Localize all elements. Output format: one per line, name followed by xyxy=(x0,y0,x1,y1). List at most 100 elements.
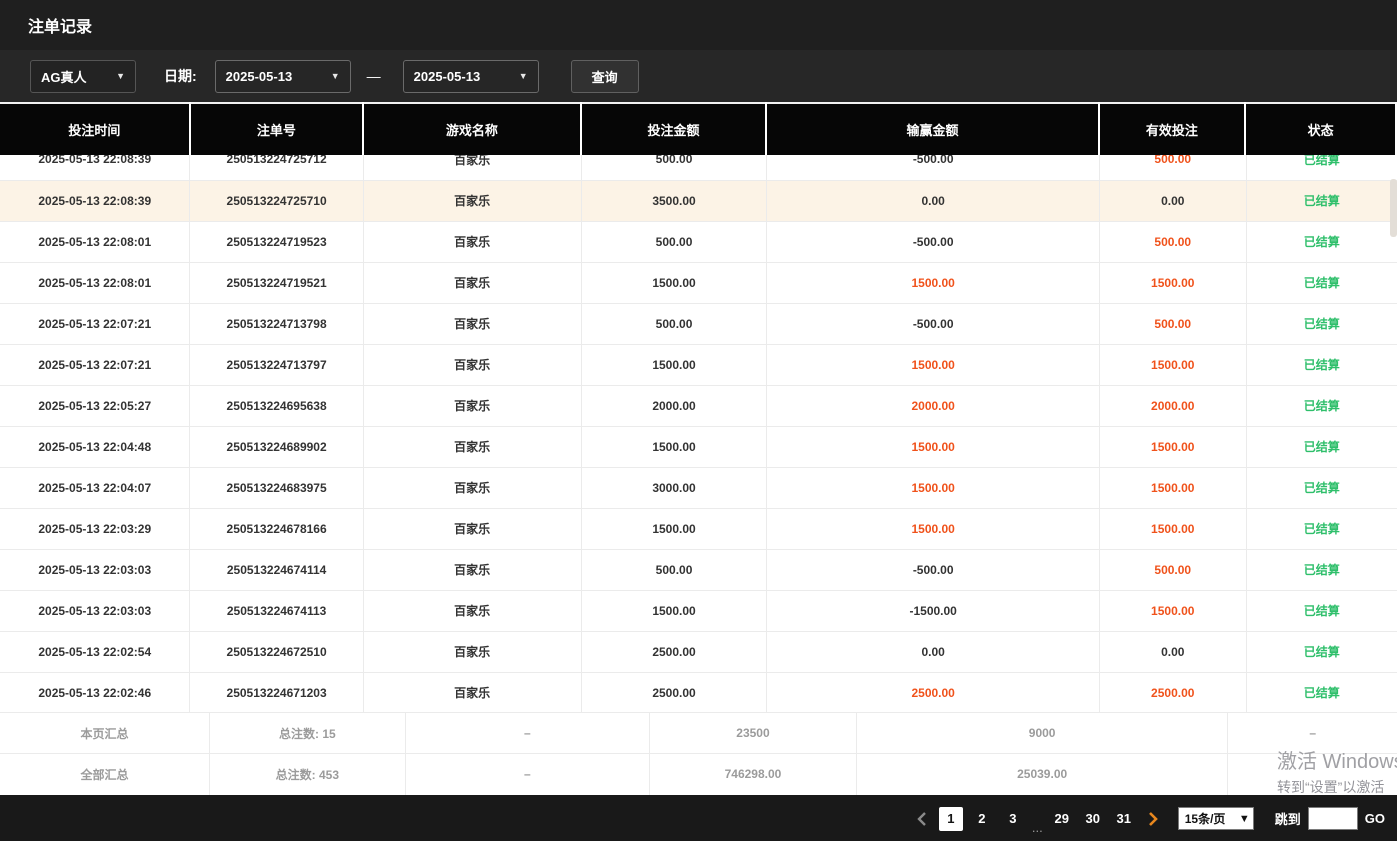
cell-winloss-amount: 0.00 xyxy=(767,631,1099,672)
table-row[interactable]: 2025-05-13 22:08:01 250513224719521 百家乐 … xyxy=(0,262,1397,303)
cell-valid-bet: 1500.00 xyxy=(1099,426,1246,467)
cell-bet-amount: 2000.00 xyxy=(581,385,767,426)
date-to-value: 2025-05-13 xyxy=(414,69,481,84)
page-button[interactable]: 2 xyxy=(970,807,994,831)
cell-bet-time: 2025-05-13 22:08:01 xyxy=(0,221,190,262)
jump-page-input[interactable] xyxy=(1308,807,1358,830)
cell-order-number: 250513224689902 xyxy=(190,426,363,467)
pagination-bar: 1 2 3 ... 29 30 31 15条/页 ▼ 跳到 GO xyxy=(0,795,1397,841)
summary-label: 全部汇总 xyxy=(0,754,210,795)
cell-winloss-amount: 2500.00 xyxy=(767,672,1099,712)
table-row[interactable]: 2025-05-13 22:07:21 250513224713798 百家乐 … xyxy=(0,303,1397,344)
jump-to-label: 跳到 xyxy=(1275,809,1301,828)
cell-status: 已结算 xyxy=(1246,155,1397,180)
table-row[interactable]: 2025-05-13 22:03:03 250513224674114 百家乐 … xyxy=(0,549,1397,590)
cell-status: 已结算 xyxy=(1246,590,1397,631)
scrollbar-thumb[interactable] xyxy=(1390,179,1397,237)
cell-order-number: 250513224713797 xyxy=(190,344,363,385)
column-header: 注单号 xyxy=(190,103,363,155)
next-page-button[interactable] xyxy=(1143,807,1163,831)
records-table: 2025-05-13 22:08:39 250513224725712 百家乐 … xyxy=(0,155,1397,712)
page-button[interactable]: 3 xyxy=(1001,807,1025,831)
cell-valid-bet: 2500.00 xyxy=(1099,672,1246,712)
table-row[interactable]: 2025-05-13 22:08:01 250513224719523 百家乐 … xyxy=(0,221,1397,262)
page-button[interactable]: 31 xyxy=(1112,807,1136,831)
cell-order-number: 250513224695638 xyxy=(190,385,363,426)
page-title: 注单记录 xyxy=(28,13,92,37)
summary-tail-cell xyxy=(1228,754,1397,795)
cell-game-name: 百家乐 xyxy=(363,180,581,221)
cell-bet-time: 2025-05-13 22:07:21 xyxy=(0,303,190,344)
cell-bet-time: 2025-05-13 22:08:01 xyxy=(0,262,190,303)
date-from-select[interactable]: 2025-05-13 ▼ xyxy=(215,60,351,93)
cell-bet-time: 2025-05-13 22:05:27 xyxy=(0,385,190,426)
cell-bet-time: 2025-05-13 22:07:21 xyxy=(0,344,190,385)
cell-winloss-amount: -500.00 xyxy=(767,303,1099,344)
cell-status: 已结算 xyxy=(1246,385,1397,426)
table-row[interactable]: 2025-05-13 22:04:07 250513224683975 百家乐 … xyxy=(0,467,1397,508)
summary-game-cell: – xyxy=(405,754,649,795)
summary-row: 全部汇总 总注数: 453 – 746298.00 25039.00 xyxy=(0,754,1397,795)
cell-game-name: 百家乐 xyxy=(363,262,581,303)
column-header: 游戏名称 xyxy=(363,103,581,155)
table-row[interactable]: 2025-05-13 22:02:46 250513224671203 百家乐 … xyxy=(0,672,1397,712)
cell-game-name: 百家乐 xyxy=(363,303,581,344)
game-type-select[interactable]: AG真人 ▼ xyxy=(30,60,136,93)
page-button[interactable]: 30 xyxy=(1081,807,1105,831)
vertical-scrollbar[interactable] xyxy=(1390,155,1397,712)
date-to-select[interactable]: 2025-05-13 ▼ xyxy=(403,60,539,93)
cell-order-number: 250513224674114 xyxy=(190,549,363,590)
cell-bet-amount: 1500.00 xyxy=(581,590,767,631)
cell-bet-time: 2025-05-13 22:03:29 xyxy=(0,508,190,549)
table-row[interactable]: 2025-05-13 22:03:29 250513224678166 百家乐 … xyxy=(0,508,1397,549)
cell-game-name: 百家乐 xyxy=(363,590,581,631)
table-row[interactable]: 2025-05-13 22:07:21 250513224713797 百家乐 … xyxy=(0,344,1397,385)
summary-bet-count: 总注数: 15 xyxy=(210,713,406,754)
cell-bet-time: 2025-05-13 22:03:03 xyxy=(0,549,190,590)
summary-label: 本页汇总 xyxy=(0,713,210,754)
cell-valid-bet: 500.00 xyxy=(1099,155,1246,180)
page-button[interactable]: 29 xyxy=(1050,807,1074,831)
chevron-down-icon: ▼ xyxy=(519,71,528,81)
cell-game-name: 百家乐 xyxy=(363,426,581,467)
chevron-down-icon: ▼ xyxy=(1239,813,1250,825)
cell-valid-bet: 1500.00 xyxy=(1099,590,1246,631)
cell-order-number: 250513224678166 xyxy=(190,508,363,549)
game-type-value: AG真人 xyxy=(41,67,87,86)
cell-status: 已结算 xyxy=(1246,672,1397,712)
page-size-select[interactable]: 15条/页 ▼ xyxy=(1178,807,1254,830)
summary-bet-count: 总注数: 453 xyxy=(210,754,406,795)
date-label: 日期: xyxy=(164,66,197,86)
table-row[interactable]: 2025-05-13 22:08:39 250513224725712 百家乐 … xyxy=(0,155,1397,180)
table-row[interactable]: 2025-05-13 22:04:48 250513224689902 百家乐 … xyxy=(0,426,1397,467)
table-row[interactable]: 2025-05-13 22:03:03 250513224674113 百家乐 … xyxy=(0,590,1397,631)
cell-bet-amount: 500.00 xyxy=(581,155,767,180)
cell-winloss-amount: 1500.00 xyxy=(767,344,1099,385)
summary-row: 本页汇总 总注数: 15 – 23500 9000 – xyxy=(0,713,1397,754)
query-button[interactable]: 查询 xyxy=(571,60,639,93)
table-row[interactable]: 2025-05-13 22:08:39 250513224725710 百家乐 … xyxy=(0,180,1397,221)
table-row[interactable]: 2025-05-13 22:02:54 250513224672510 百家乐 … xyxy=(0,631,1397,672)
cell-bet-time: 2025-05-13 22:08:39 xyxy=(0,155,190,180)
cell-winloss-amount: -500.00 xyxy=(767,221,1099,262)
cell-bet-amount: 500.00 xyxy=(581,303,767,344)
column-header: 投注金额 xyxy=(581,103,767,155)
go-button[interactable]: GO xyxy=(1365,811,1385,826)
cell-valid-bet: 500.00 xyxy=(1099,549,1246,590)
cell-valid-bet: 0.00 xyxy=(1099,180,1246,221)
summary-winloss-total: 25039.00 xyxy=(856,754,1228,795)
cell-game-name: 百家乐 xyxy=(363,549,581,590)
cell-order-number: 250513224672510 xyxy=(190,631,363,672)
page-button[interactable]: 1 xyxy=(939,807,963,831)
summary-bet-total: 746298.00 xyxy=(650,754,857,795)
cell-status: 已结算 xyxy=(1246,303,1397,344)
cell-valid-bet: 500.00 xyxy=(1099,303,1246,344)
cell-valid-bet: 1500.00 xyxy=(1099,508,1246,549)
chevron-left-icon xyxy=(917,812,927,826)
cell-bet-amount: 1500.00 xyxy=(581,262,767,303)
table-row[interactable]: 2025-05-13 22:05:27 250513224695638 百家乐 … xyxy=(0,385,1397,426)
prev-page-button[interactable] xyxy=(912,807,932,831)
cell-winloss-amount: -1500.00 xyxy=(767,590,1099,631)
cell-bet-time: 2025-05-13 22:03:03 xyxy=(0,590,190,631)
cell-status: 已结算 xyxy=(1246,221,1397,262)
